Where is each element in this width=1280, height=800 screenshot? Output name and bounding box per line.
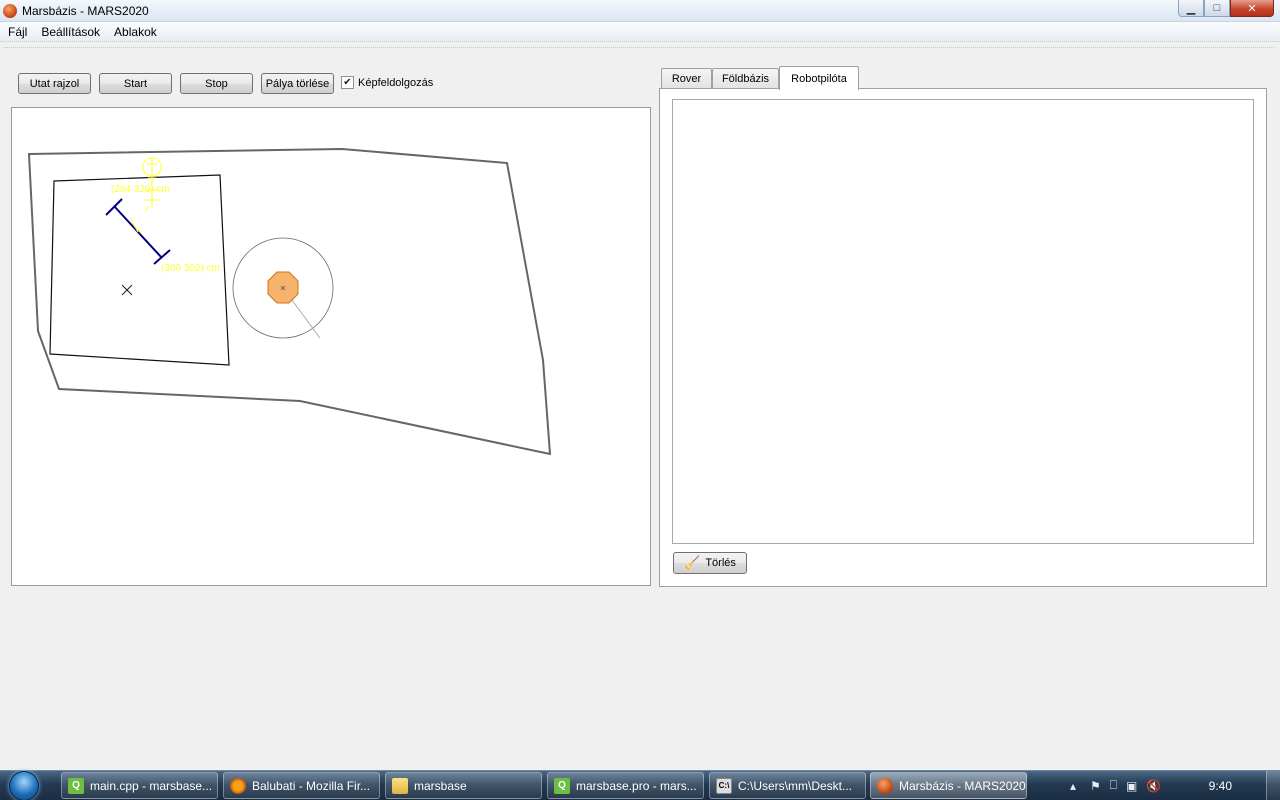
checkmark-icon: ✔ <box>343 76 352 88</box>
taskbar-item-firefox[interactable]: Balubati - Mozilla Fir... <box>223 772 380 799</box>
firefox-icon <box>230 777 246 794</box>
tab-ground-base[interactable]: Földbázis <box>712 68 779 89</box>
window-title: Marsbázis - MARS2020 <box>22 4 149 18</box>
rover[interactable] <box>232 237 334 339</box>
tab-autopilot[interactable]: Robotpilóta <box>779 66 859 90</box>
close-button[interactable]: ✕ <box>1230 0 1274 17</box>
menu-windows[interactable]: Ablakok <box>108 22 165 41</box>
minimize-icon: ▁ <box>1186 2 1196 15</box>
image-processing-label: Képfeldolgozás <box>358 76 434 89</box>
taskbar-item-label: marsbase.pro - mars... <box>576 778 697 793</box>
show-desktop-button[interactable] <box>1266 771 1280 800</box>
image-processing-checkbox[interactable]: ✔ <box>341 76 354 89</box>
command-prompt-icon: C:\ <box>716 777 732 794</box>
system-tray: ▴ ⚑ ⎕ ▣ 🔇 <box>1064 771 1280 800</box>
clear-log-label: Törlés <box>705 557 736 569</box>
autopilot-log[interactable] <box>672 99 1254 544</box>
close-icon: ✕ <box>1247 2 1257 15</box>
usb-device-icon[interactable]: ⎕ <box>1110 778 1117 793</box>
clear-track-button[interactable]: Pálya törlése <box>261 73 334 94</box>
taskbar-item-label: Balubati - Mozilla Fir... <box>252 778 371 793</box>
map-drawing: (284 320) cm (300 302) cm <box>27 147 552 456</box>
taskbar-item-label: main.cpp - marsbase... <box>90 778 213 793</box>
marsbase-app-icon[interactable] <box>3 4 17 18</box>
toolbar-grip[interactable] <box>4 47 1274 48</box>
target-position-label: (300 302) cm <box>161 263 220 274</box>
clear-log-button[interactable]: 🧹 Törlés <box>673 552 747 574</box>
show-hidden-icons-arrow-icon[interactable]: ▴ <box>1070 779 1076 793</box>
start-button[interactable]: Start <box>99 73 172 94</box>
title-bar: Marsbázis - MARS2020 ▁ □ ✕ <box>0 0 1280 22</box>
tab-rover[interactable]: Rover <box>661 68 712 89</box>
taskbar-item-main-cpp[interactable]: Q main.cpp - marsbase... <box>61 772 218 799</box>
map-canvas[interactable]: (284 320) cm (300 302) cm <box>11 107 651 586</box>
robot-marker[interactable] <box>129 157 162 235</box>
taskbar-item-marsbase-pro[interactable]: Q marsbase.pro - mars... <box>547 772 704 799</box>
qt-creator-icon: Q <box>554 777 570 794</box>
minimize-button[interactable]: ▁ <box>1178 0 1204 17</box>
stop-button[interactable]: Stop <box>180 73 253 94</box>
network-icon[interactable]: ▣ <box>1126 779 1137 793</box>
qt-creator-icon: Q <box>68 777 84 794</box>
taskbar-item-label: C:\Users\mm\Deskt... <box>738 778 853 793</box>
robot-position-label: (284 320) cm <box>111 184 170 195</box>
taskbar-item-label: Marsbázis - MARS2020 <box>899 778 1026 793</box>
maximize-icon: □ <box>1213 2 1221 14</box>
action-center-flag-icon[interactable]: ⚑ <box>1090 779 1101 793</box>
taskbar-clock[interactable]: 9:40 <box>1209 779 1232 793</box>
taskbar-item-marsbase-app[interactable]: Marsbázis - MARS2020 <box>870 772 1027 799</box>
draw-path-button[interactable]: Utat rajzol <box>18 73 91 94</box>
start-button[interactable] <box>4 771 44 800</box>
work-area-center-marker <box>121 284 133 296</box>
menu-bar: Fájl Beállítások Ablakok <box>0 22 1280 42</box>
windows-orb-icon <box>9 771 39 800</box>
menu-settings[interactable]: Beállítások <box>35 22 108 41</box>
image-processing-toggle[interactable]: ✔ Képfeldolgozás <box>341 76 433 89</box>
autopilot-tab-pane: 🧹 Törlés <box>659 88 1267 587</box>
broom-icon: 🧹 <box>684 555 701 570</box>
menu-file[interactable]: Fájl <box>2 22 35 41</box>
maximize-button[interactable]: □ <box>1204 0 1230 17</box>
folder-icon <box>392 777 408 794</box>
window-controls: ▁ □ ✕ <box>1178 0 1274 17</box>
marsbase-app-icon <box>877 777 893 794</box>
taskbar-item-cmd[interactable]: C:\ C:\Users\mm\Deskt... <box>709 772 866 799</box>
taskbar-item-folder[interactable]: marsbase <box>385 772 542 799</box>
taskbar-item-label: marsbase <box>414 778 467 793</box>
volume-muted-icon[interactable]: 🔇 <box>1146 779 1161 793</box>
